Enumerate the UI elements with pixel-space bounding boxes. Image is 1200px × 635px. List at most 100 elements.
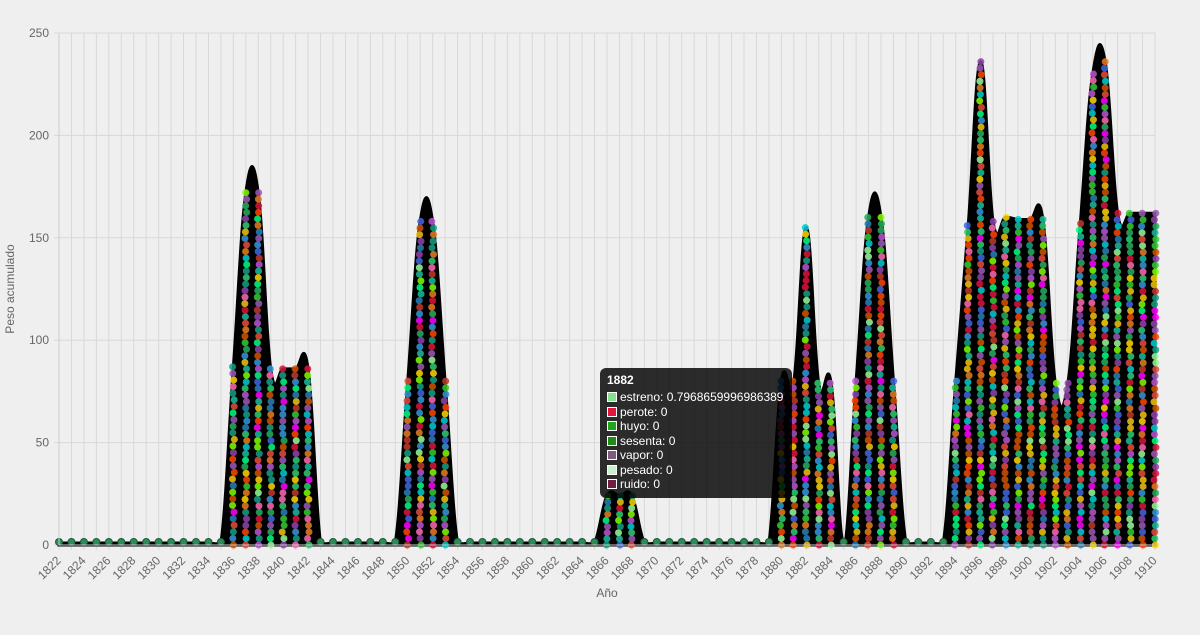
series-point (1027, 267, 1035, 275)
series-point (278, 528, 286, 536)
series-point (1052, 476, 1060, 484)
series-point (953, 423, 961, 431)
series-point (1077, 351, 1085, 359)
series-point (1002, 259, 1010, 267)
series-point (280, 437, 288, 445)
series-point (1152, 443, 1160, 451)
series-point (1126, 339, 1134, 347)
series-point (989, 495, 997, 503)
series-point (429, 316, 437, 324)
series-point (1039, 352, 1047, 360)
series-point (965, 534, 973, 542)
series-point (255, 534, 263, 542)
series-point (253, 306, 261, 314)
series-point (815, 444, 823, 452)
series-point (952, 528, 960, 536)
series-point (268, 482, 276, 490)
series-point (628, 535, 636, 543)
series-point (1027, 274, 1035, 282)
series-point (852, 534, 860, 542)
series-point (828, 405, 836, 413)
series-point (428, 356, 436, 364)
x-tick-label: 1840 (259, 553, 288, 582)
series-point (442, 508, 450, 516)
series-point (878, 489, 886, 497)
series-point (254, 430, 262, 438)
series-point (1151, 242, 1159, 250)
series-point (366, 537, 375, 546)
series-point (255, 515, 263, 523)
series-point (852, 475, 860, 483)
series-point (1102, 515, 1110, 523)
series-point (266, 404, 274, 412)
series-point (1114, 274, 1122, 282)
series-point (428, 257, 436, 265)
x-tick-label: 1836 (209, 553, 238, 582)
series-point (864, 325, 872, 333)
x-tick-label: 1860 (508, 553, 537, 582)
series-point (1089, 345, 1097, 353)
series-point (466, 537, 474, 546)
series-point (204, 537, 213, 546)
series-point (1114, 313, 1122, 321)
series-point (255, 260, 263, 268)
series-point (965, 521, 973, 529)
series-point (877, 246, 885, 254)
series-point (1126, 502, 1134, 510)
series-point (267, 437, 275, 445)
series-point (976, 476, 984, 484)
series-point (1101, 77, 1109, 85)
series-point (1052, 515, 1060, 523)
series-point (852, 508, 860, 516)
series-point (255, 267, 263, 275)
series-point (977, 103, 985, 111)
series-point (1014, 385, 1022, 393)
series-point (839, 537, 848, 546)
series-point (1114, 411, 1122, 419)
series-point (404, 416, 412, 424)
series-point (864, 279, 872, 287)
series-point (1138, 417, 1146, 425)
series-point (1039, 508, 1047, 516)
series-point (1102, 208, 1110, 216)
series-point (267, 528, 275, 536)
series-point (803, 442, 811, 450)
series-point (1102, 508, 1110, 516)
series-point (1089, 305, 1097, 313)
series-point (303, 469, 311, 477)
series-point (1088, 214, 1096, 222)
series-point (889, 390, 897, 398)
series-point (1102, 521, 1110, 529)
series-point (876, 423, 884, 431)
series-point (1014, 294, 1022, 302)
series-point (1052, 444, 1060, 452)
series-point (1113, 372, 1121, 380)
series-point (1150, 216, 1158, 224)
series-point (852, 410, 860, 418)
series-point (1040, 333, 1048, 341)
series-point (1100, 201, 1108, 209)
series-point (1113, 339, 1121, 347)
series-point (228, 475, 236, 483)
series-point (1090, 83, 1098, 91)
series-point (254, 384, 262, 392)
series-point (305, 397, 313, 405)
series-point (1127, 372, 1135, 380)
series-point (864, 246, 872, 254)
series-point (815, 463, 823, 471)
series-point (415, 449, 423, 457)
series-point (690, 537, 699, 546)
series-point (1076, 292, 1084, 300)
series-point (1064, 528, 1072, 536)
series-point (1063, 509, 1071, 517)
series-point (266, 391, 274, 399)
series-point (803, 455, 811, 463)
series-point (229, 369, 237, 377)
series-point (964, 339, 972, 347)
series-point (1139, 261, 1147, 269)
series-point (965, 287, 973, 295)
series-point (405, 515, 413, 523)
series-point (1126, 378, 1134, 386)
series-point (266, 378, 274, 386)
series-point (1113, 294, 1121, 302)
